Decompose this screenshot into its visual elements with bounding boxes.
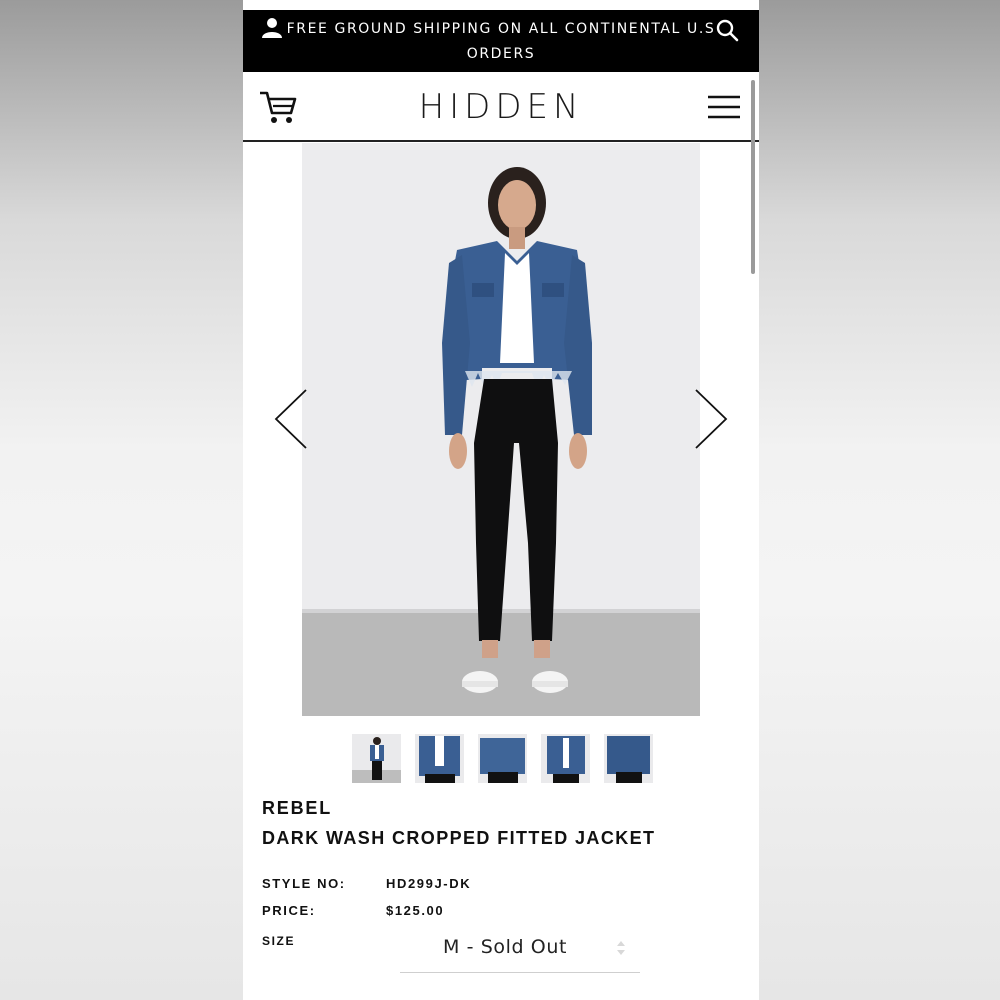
product-main-image[interactable] (302, 143, 700, 716)
size-label: SIZE (262, 934, 296, 948)
hamburger-menu-icon[interactable] (707, 94, 741, 120)
promo-text: FREE GROUND SHIPPING ON ALL CONTINENTAL … (286, 21, 716, 62)
price-label: PRICE: (262, 903, 316, 918)
chevron-right-icon[interactable] (694, 388, 728, 450)
mobile-page: FREE GROUND SHIPPING ON ALL CONTINENTAL … (243, 0, 759, 1000)
style-no-label: STYLE NO: (262, 876, 346, 891)
chevron-left-icon[interactable] (274, 388, 308, 450)
model-photo (302, 143, 700, 716)
size-selected-value: M - Sold Out (442, 936, 568, 958)
thumbnail-1[interactable] (352, 734, 401, 783)
product-name: DARK WASH CROPPED FITTED JACKET (262, 828, 656, 848)
thumbnail-3[interactable] (478, 734, 527, 783)
promo-bar: FREE GROUND SHIPPING ON ALL CONTINENTAL … (243, 10, 759, 72)
top-gap (243, 0, 759, 10)
user-icon[interactable] (261, 17, 283, 39)
scrollbar-thumb[interactable] (751, 80, 755, 274)
style-no-value: HD299J-DK (386, 876, 472, 891)
price-value: $125.00 (386, 903, 445, 918)
thumbnail-2[interactable] (415, 734, 464, 783)
product-brand: REBEL (262, 798, 333, 818)
size-select[interactable]: M - Sold Out (400, 928, 640, 973)
site-header: HIDDEN (243, 72, 759, 142)
thumbnail-5[interactable] (604, 734, 653, 783)
search-icon[interactable] (715, 18, 739, 42)
cart-icon[interactable] (259, 89, 297, 125)
site-logo[interactable]: HIDDEN (408, 90, 594, 124)
select-arrows-icon (617, 941, 625, 955)
thumbnail-4[interactable] (541, 734, 590, 783)
